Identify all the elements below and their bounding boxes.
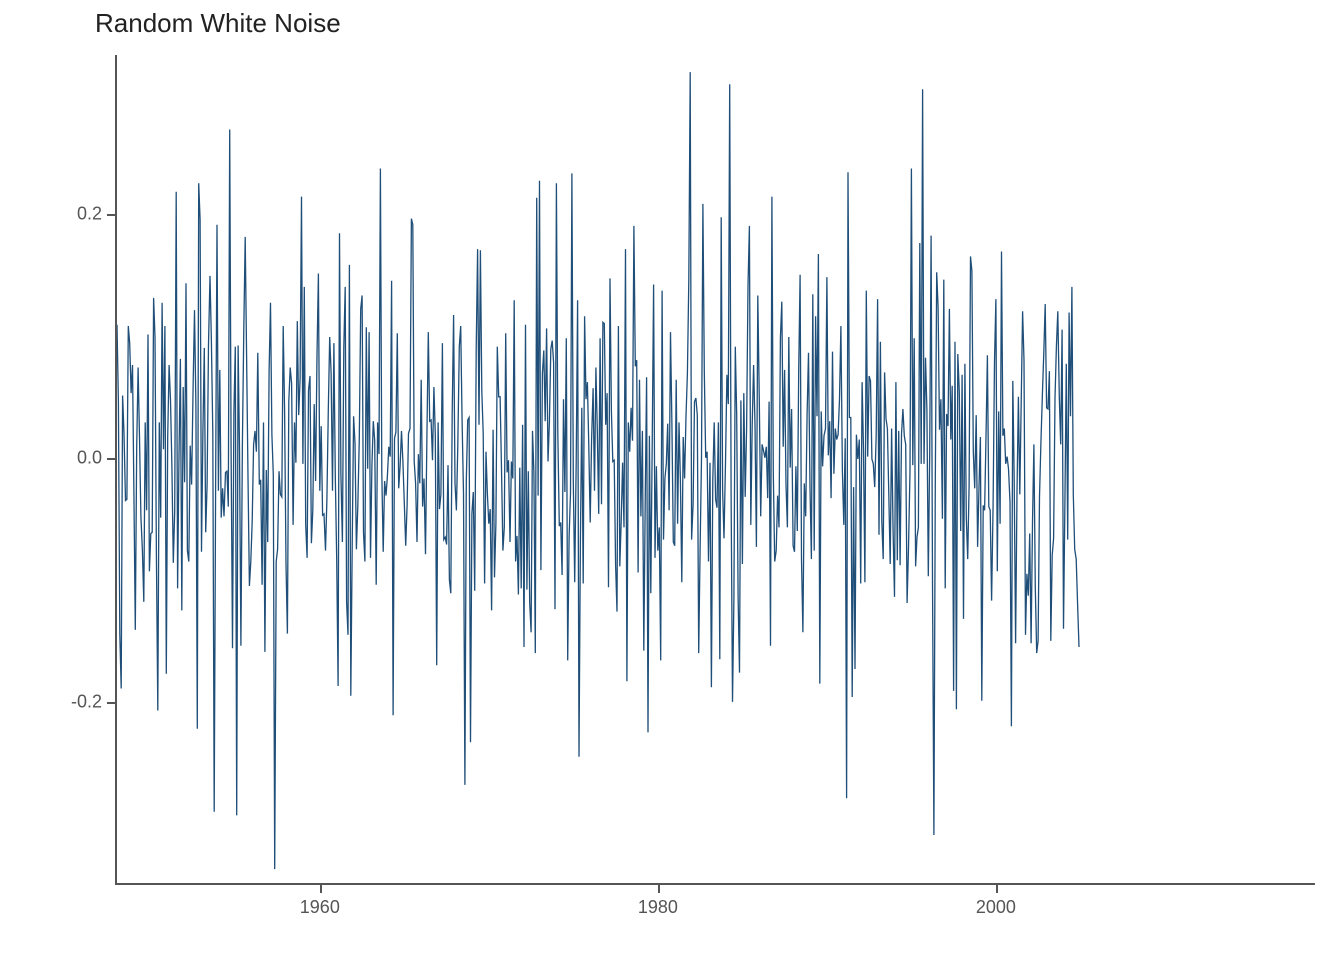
y-tick <box>107 702 117 704</box>
y-tick <box>107 458 117 460</box>
x-tick <box>320 883 322 893</box>
x-tick-label: 1960 <box>300 897 340 918</box>
y-tick-label: 0.2 <box>47 203 102 224</box>
noise-line <box>117 55 1317 885</box>
y-tick-label: 0.0 <box>47 447 102 468</box>
y-tick-label: -0.2 <box>47 691 102 712</box>
chart-title: Random White Noise <box>95 8 341 39</box>
x-tick <box>996 883 998 893</box>
x-tick <box>658 883 660 893</box>
x-tick-label: 1980 <box>638 897 678 918</box>
y-tick <box>107 214 117 216</box>
plot-area: -0.20.00.2196019802000 <box>115 55 1315 885</box>
white-noise-chart: Random White Noise -0.20.00.219601980200… <box>0 0 1344 960</box>
x-tick-label: 2000 <box>976 897 1016 918</box>
